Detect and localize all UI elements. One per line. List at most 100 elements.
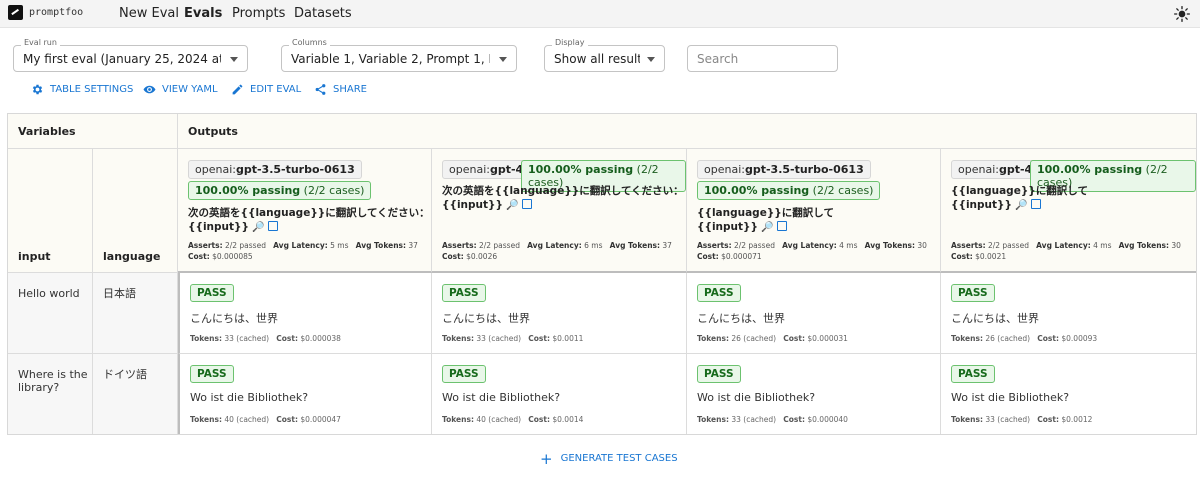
edit-eval-label: EDIT EVAL bbox=[250, 84, 302, 95]
table-settings-button[interactable]: TABLE SETTINGS bbox=[31, 83, 133, 96]
output-cell[interactable]: PASS Wo ist die Bibliothek? Tokens: 40 (… bbox=[178, 354, 432, 434]
theme-toggle-sun-icon[interactable] bbox=[1174, 6, 1190, 22]
display-select[interactable]: Display Show all results bbox=[544, 38, 665, 72]
var-col-language-label: language bbox=[103, 250, 161, 263]
prompt-stats: Asserts: 2/2 passed Avg Latency: 4 ms Av… bbox=[697, 241, 927, 261]
output-meta: Tokens: 33 (cached) Cost: $0.000040 bbox=[697, 415, 848, 424]
pass-badge: PASS bbox=[190, 284, 234, 302]
table-row-cell-input: Hello world bbox=[8, 273, 93, 354]
output-cell[interactable]: PASS こんにちは、世界 Tokens: 33 (cached) Cost: … bbox=[178, 273, 432, 354]
share-icon bbox=[315, 84, 326, 95]
output-cell[interactable]: PASS Wo ist die Bibliothek? Tokens: 33 (… bbox=[941, 354, 1196, 434]
var-value-input: Where is the library? bbox=[18, 368, 88, 394]
output-cell[interactable]: PASS Wo ist die Bibliothek? Tokens: 40 (… bbox=[432, 354, 687, 434]
columns-select[interactable]: Columns Variable 1, Variable 2, Prompt 1… bbox=[281, 38, 517, 72]
output-cell[interactable]: PASS Wo ist die Bibliothek? Tokens: 33 (… bbox=[687, 354, 941, 434]
prompt-stats: Asserts: 2/2 passed Avg Latency: 5 ms Av… bbox=[188, 241, 418, 261]
table-row-cell-input: Where is the library? bbox=[8, 354, 93, 434]
nav-datasets[interactable]: Datasets bbox=[294, 6, 352, 21]
open-in-new-icon[interactable] bbox=[1031, 199, 1042, 209]
gear-icon bbox=[32, 84, 43, 95]
pass-badge: PASS bbox=[442, 365, 486, 383]
search-icon[interactable]: 🔎 bbox=[506, 200, 518, 211]
var-col-input-label: input bbox=[18, 250, 51, 263]
var-col-input-header[interactable]: input bbox=[8, 149, 93, 273]
results-table: Variables Outputs input language openai:… bbox=[7, 113, 1197, 435]
chevron-down-icon bbox=[647, 57, 655, 62]
provider-badge: openai:gpt-4 bbox=[951, 160, 1040, 179]
prompt-text: 次の英語を{{language}}に翻訳してください： {{input}} 🔎 bbox=[442, 185, 684, 211]
top-nav: promptfoo New Eval Evals Prompts Dataset… bbox=[0, 0, 1200, 28]
columns-value: Variable 1, Variable 2, Prompt 1, Prompt… bbox=[291, 52, 490, 66]
provider-badge: openai:gpt-4 bbox=[442, 160, 531, 179]
output-text: こんにちは、世界 bbox=[442, 312, 530, 325]
output-cell[interactable]: PASS こんにちは、世界 Tokens: 26 (cached) Cost: … bbox=[687, 273, 941, 354]
output-meta: Tokens: 33 (cached) Cost: $0.000038 bbox=[190, 334, 341, 343]
search-icon[interactable]: 🔎 bbox=[252, 222, 264, 233]
pass-badge: PASS bbox=[951, 365, 995, 383]
eval-run-value: My first eval (January 25, 2024 at 10:21… bbox=[23, 52, 221, 66]
nav-evals[interactable]: Evals bbox=[184, 6, 222, 21]
edit-eval-button[interactable]: EDIT EVAL bbox=[231, 83, 301, 96]
open-in-new-icon[interactable] bbox=[522, 199, 533, 209]
promptfoo-logo-icon bbox=[8, 5, 23, 20]
eval-run-label: Eval run bbox=[21, 38, 60, 47]
table-row-cell-language: 日本語 bbox=[93, 273, 178, 354]
output-meta: Tokens: 33 (cached) Cost: $0.0011 bbox=[442, 334, 584, 343]
generate-test-cases-label: GENERATE TEST CASES bbox=[560, 453, 678, 464]
output-cell[interactable]: PASS こんにちは、世界 Tokens: 33 (cached) Cost: … bbox=[432, 273, 687, 354]
open-in-new-icon[interactable] bbox=[268, 221, 279, 231]
table-row-cell-language: ドイツ語 bbox=[93, 354, 178, 434]
pass-badge: PASS bbox=[697, 284, 741, 302]
search-icon[interactable]: 🔎 bbox=[761, 222, 773, 233]
outputs-header-cell: Outputs bbox=[178, 114, 1196, 149]
prompt-text: {{language}}に翻訳して {{input}} 🔎 bbox=[951, 185, 1088, 211]
brand-logo[interactable]: promptfoo bbox=[8, 5, 83, 20]
variables-header: Variables bbox=[18, 125, 76, 138]
open-in-new-icon[interactable] bbox=[777, 221, 788, 231]
share-button[interactable]: SHARE bbox=[314, 83, 367, 96]
display-label: Display bbox=[552, 38, 588, 47]
var-col-language-header[interactable]: language bbox=[93, 149, 178, 273]
prompt-column-header: openai:gpt-3.5-turbo-0613 100.00% passin… bbox=[178, 149, 432, 273]
search-icon[interactable]: 🔎 bbox=[1015, 200, 1027, 211]
output-text: こんにちは、世界 bbox=[190, 312, 278, 325]
display-value: Show all results bbox=[554, 52, 640, 66]
table-settings-label: TABLE SETTINGS bbox=[50, 84, 134, 95]
columns-label: Columns bbox=[289, 38, 330, 47]
output-text: Wo ist die Bibliothek? bbox=[951, 391, 1070, 404]
eye-icon bbox=[143, 85, 156, 94]
brand-name: promptfoo bbox=[29, 7, 84, 18]
search-placeholder: Search bbox=[697, 52, 739, 66]
pass-badge: PASS bbox=[190, 365, 234, 383]
output-cell[interactable]: PASS こんにちは、世界 Tokens: 26 (cached) Cost: … bbox=[941, 273, 1196, 354]
prompt-text: {{language}}に翻訳して {{input}} 🔎 bbox=[697, 207, 834, 233]
output-meta: Tokens: 40 (cached) Cost: $0.0014 bbox=[442, 415, 584, 424]
eval-run-select[interactable]: Eval run My first eval (January 25, 2024… bbox=[13, 38, 248, 72]
prompt-stats: Asserts: 2/2 passed Avg Latency: 4 ms Av… bbox=[951, 241, 1181, 261]
output-text: Wo ist die Bibliothek? bbox=[442, 391, 561, 404]
pass-badge: PASS bbox=[442, 284, 486, 302]
view-yaml-button[interactable]: VIEW YAML bbox=[143, 83, 218, 96]
pass-rate-badge: 100.00% passing (2/2 cases) bbox=[697, 181, 881, 200]
output-meta: Tokens: 26 (cached) Cost: $0.000031 bbox=[697, 334, 848, 343]
output-text: こんにちは、世界 bbox=[697, 312, 785, 325]
prompt-column-header: openai:gpt-3.5-turbo-0613 100.00% passin… bbox=[687, 149, 941, 273]
output-meta: Tokens: 40 (cached) Cost: $0.000047 bbox=[190, 415, 341, 424]
output-text: こんにちは、世界 bbox=[951, 312, 1039, 325]
variables-header-cell: Variables bbox=[8, 114, 178, 149]
search-input[interactable]: Search bbox=[687, 45, 838, 72]
provider-badge: openai:gpt-3.5-turbo-0613 bbox=[697, 160, 871, 179]
generate-test-cases-button[interactable]: + GENERATE TEST CASES bbox=[540, 449, 678, 468]
pass-badge: PASS bbox=[951, 284, 995, 302]
nav-new-eval[interactable]: New Eval bbox=[119, 6, 179, 21]
prompt-text: 次の英語を{{language}}に翻訳してください： {{input}} 🔎 bbox=[188, 207, 430, 233]
share-label: SHARE bbox=[333, 84, 367, 95]
nav-prompts[interactable]: Prompts bbox=[232, 6, 285, 21]
chevron-down-icon bbox=[499, 57, 507, 62]
outputs-header: Outputs bbox=[188, 125, 238, 138]
prompt-stats: Asserts: 2/2 passed Avg Latency: 6 ms Av… bbox=[442, 241, 672, 261]
plus-icon: + bbox=[540, 449, 553, 468]
prompt-column-header: openai:gpt-4 100.00% passing (2/2 cases)… bbox=[432, 149, 687, 273]
var-value-input: Hello world bbox=[18, 287, 80, 300]
